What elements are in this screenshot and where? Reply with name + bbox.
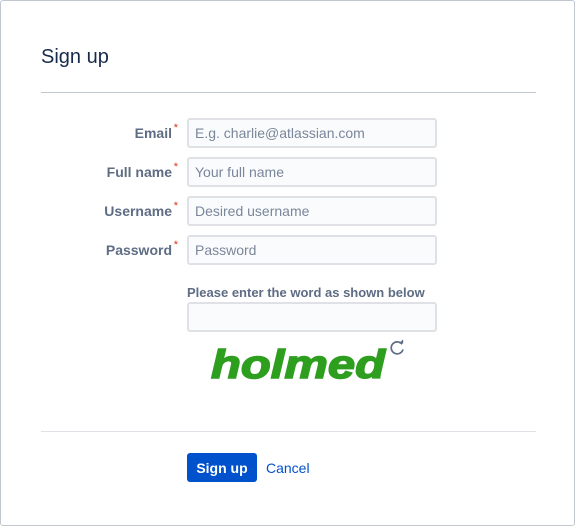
email-row: Email * xyxy=(1,118,575,148)
fullname-field[interactable] xyxy=(187,157,437,187)
password-row: Password * xyxy=(1,235,575,265)
username-field[interactable] xyxy=(187,196,437,226)
refresh-icon[interactable] xyxy=(388,339,406,357)
captcha-field[interactable] xyxy=(187,302,437,332)
footer-divider xyxy=(41,431,536,432)
password-field[interactable] xyxy=(187,235,437,265)
header-divider xyxy=(41,92,536,93)
captcha-text: holmed xyxy=(211,343,387,387)
dialog-title: Sign up xyxy=(41,46,109,68)
fullname-row: Full name * xyxy=(1,157,575,187)
password-required-mark: * xyxy=(173,239,178,251)
username-required-mark: * xyxy=(173,200,178,212)
fullname-required-mark: * xyxy=(173,161,178,173)
signup-button[interactable]: Sign up xyxy=(187,453,257,482)
email-label: Email xyxy=(134,125,172,141)
email-field[interactable] xyxy=(187,118,437,148)
cancel-link[interactable]: Cancel xyxy=(266,460,310,476)
signup-dialog: Sign up Email * Full name * Username * P… xyxy=(0,0,575,526)
password-label: Password xyxy=(105,242,172,258)
email-required-mark: * xyxy=(173,122,178,134)
captcha-image: holmed xyxy=(210,342,387,387)
fullname-label: Full name xyxy=(106,164,172,180)
username-row: Username * xyxy=(1,196,575,226)
captcha-label: Please enter the word as shown below xyxy=(187,285,425,300)
username-label: Username xyxy=(104,203,172,219)
